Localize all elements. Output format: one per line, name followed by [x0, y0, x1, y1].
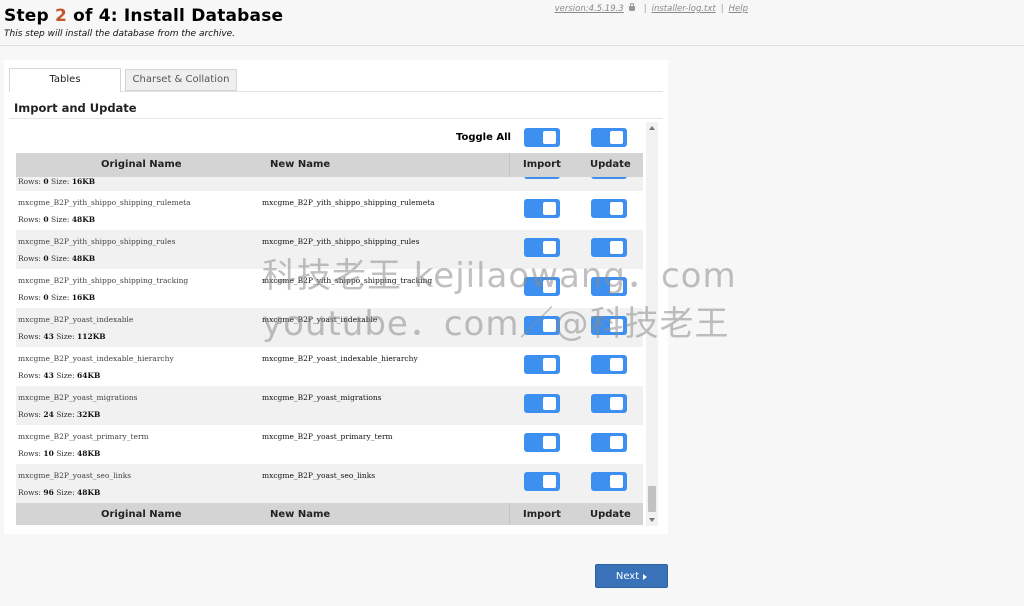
column-original-name: Original Name — [101, 509, 182, 520]
row-meta: Rows: 0 Size: 48KB — [18, 254, 96, 263]
tables-list: Original Name New Name Import Update Row… — [16, 153, 643, 525]
installer-log-link[interactable]: installer-log.txt — [652, 4, 716, 14]
step-prefix: Step — [4, 6, 55, 26]
update-toggle[interactable] — [591, 394, 627, 413]
row-meta: Rows: 0 Size: 16KB — [18, 177, 96, 186]
update-toggle[interactable] — [591, 277, 627, 296]
original-table-name: mxcgme_B2P_yith_shippo_shipping_tracking — [18, 276, 189, 285]
import-toggle[interactable] — [524, 316, 560, 335]
original-table-name: mxcgme_B2P_yoast_primary_term — [18, 432, 149, 441]
update-toggle[interactable] — [591, 199, 627, 218]
row-meta: Rows: 24 Size: 32KB — [18, 410, 101, 419]
import-toggle[interactable] — [524, 277, 560, 296]
column-divider — [509, 153, 510, 177]
step-number: 2 — [55, 6, 68, 26]
new-table-name: mxcgme_B2P_yoast_seo_links — [262, 471, 376, 480]
row-meta: Rows: 96 Size: 48KB — [18, 488, 101, 497]
help-link[interactable]: Help — [729, 4, 748, 14]
section-divider — [9, 118, 663, 119]
table-row: mxcgme_B2P_yoast_primary_term Rows: 10 Si… — [16, 425, 643, 464]
import-toggle[interactable] — [524, 472, 560, 491]
column-new-name: New Name — [270, 509, 331, 520]
new-table-name: mxcgme_B2P_yith_shippo_shipping_tracking — [262, 276, 433, 285]
install-panel: Tables Charset & Collation Import and Up… — [4, 60, 668, 534]
table-row: mxcgme_B2P_yoast_seo_links Rows: 96 Size:… — [16, 464, 643, 503]
original-table-name: mxcgme_B2P_yoast_indexable — [18, 315, 134, 324]
toggle-all-label: Toggle All — [456, 132, 511, 143]
lock-icon — [628, 3, 635, 11]
new-table-name: mxcgme_B2P_yoast_primary_term — [262, 432, 393, 441]
table-footer-header: Original Name New Name Import Update — [16, 503, 643, 525]
column-divider — [509, 503, 510, 525]
step-suffix: of 4: Install Database — [67, 6, 284, 26]
table-scrollbar[interactable] — [646, 122, 658, 526]
import-toggle[interactable] — [524, 355, 560, 374]
update-toggle[interactable] — [591, 355, 627, 374]
scroll-down-icon[interactable] — [649, 518, 655, 522]
original-table-name: mxcgme_B2P_yoast_seo_links — [18, 471, 132, 480]
table-row: mxcgme_B2P_yith_shippo_shipping_rulemeta… — [16, 191, 643, 230]
page-title: Step 2 of 4: Install Database — [4, 6, 283, 26]
toggle-all-import[interactable] — [524, 128, 560, 147]
next-button[interactable]: Next — [595, 564, 668, 588]
new-table-name: mxcgme_B2P_yoast_indexable_hierarchy — [262, 354, 418, 363]
import-toggle[interactable] — [524, 394, 560, 413]
row-meta: Rows: 10 Size: 48KB — [18, 449, 101, 458]
update-toggle[interactable] — [591, 433, 627, 452]
row-meta: Rows: 43 Size: 112KB — [18, 332, 106, 341]
table-row: mxcgme_B2P_yoast_indexable_hierarchy Rows… — [16, 347, 643, 386]
update-toggle[interactable] — [591, 472, 627, 491]
page-header: Step 2 of 4: Install Database This step … — [0, 0, 1024, 46]
scroll-up-icon[interactable] — [649, 126, 655, 130]
table-header: Original Name New Name Import Update — [16, 153, 643, 177]
import-toggle[interactable] — [524, 199, 560, 218]
page-subtitle: This step will install the database from… — [4, 29, 236, 39]
section-title: Import and Update — [14, 101, 137, 115]
original-table-name: mxcgme_B2P_yoast_indexable_hierarchy — [18, 354, 174, 363]
update-toggle[interactable] — [591, 238, 627, 257]
scroll-thumb[interactable] — [648, 486, 656, 512]
import-toggle[interactable] — [524, 433, 560, 452]
column-update: Update — [590, 509, 631, 520]
new-table-name: mxcgme_B2P_yoast_indexable — [262, 315, 378, 324]
new-table-name: mxcgme_B2P_yith_shippo_shipping_rules — [262, 237, 420, 246]
separator: | — [643, 4, 647, 14]
header-links: version:4.5.19.3 | installer-log.txt | Help — [555, 3, 748, 14]
table-row: mxcgme_B2P_yoast_migrations Rows: 24 Size… — [16, 386, 643, 425]
separator: | — [720, 4, 724, 14]
column-new-name: New Name — [270, 159, 331, 170]
row-meta: Rows: 43 Size: 64KB — [18, 371, 101, 380]
table-row: mxcgme_B2P_yith_shippo_shipping_tracking… — [16, 269, 643, 308]
new-table-name: mxcgme_B2P_yoast_migrations — [262, 393, 382, 402]
tab-tables[interactable]: Tables — [9, 68, 121, 92]
column-import: Import — [523, 159, 561, 170]
import-toggle[interactable] — [524, 238, 560, 257]
original-table-name: mxcgme_B2P_yoast_migrations — [18, 393, 138, 402]
tab-charset-collation[interactable]: Charset & Collation — [125, 69, 237, 91]
new-table-name: mxcgme_B2P_yith_shippo_shipping_rulemeta — [262, 198, 435, 207]
toggle-all-update[interactable] — [591, 128, 627, 147]
next-label: Next — [615, 570, 640, 582]
row-meta: Rows: 0 Size: 48KB — [18, 215, 96, 224]
row-meta: Rows: 0 Size: 16KB — [18, 293, 96, 302]
column-import: Import — [523, 509, 561, 520]
original-table-name: mxcgme_B2P_yith_shippo_shipping_rules — [18, 237, 176, 246]
column-update: Update — [590, 159, 631, 170]
table-row: mxcgme_B2P_yoast_indexable Rows: 43 Size:… — [16, 308, 643, 347]
original-table-name: mxcgme_B2P_yith_shippo_shipping_rulemeta — [18, 198, 191, 207]
version-link[interactable]: version:4.5.19.3 — [555, 4, 624, 14]
caret-right-icon — [643, 573, 648, 580]
column-original-name: Original Name — [101, 159, 182, 170]
update-toggle[interactable] — [591, 316, 627, 335]
table-row: mxcgme_B2P_yith_shippo_shipping_rules Row… — [16, 230, 643, 269]
